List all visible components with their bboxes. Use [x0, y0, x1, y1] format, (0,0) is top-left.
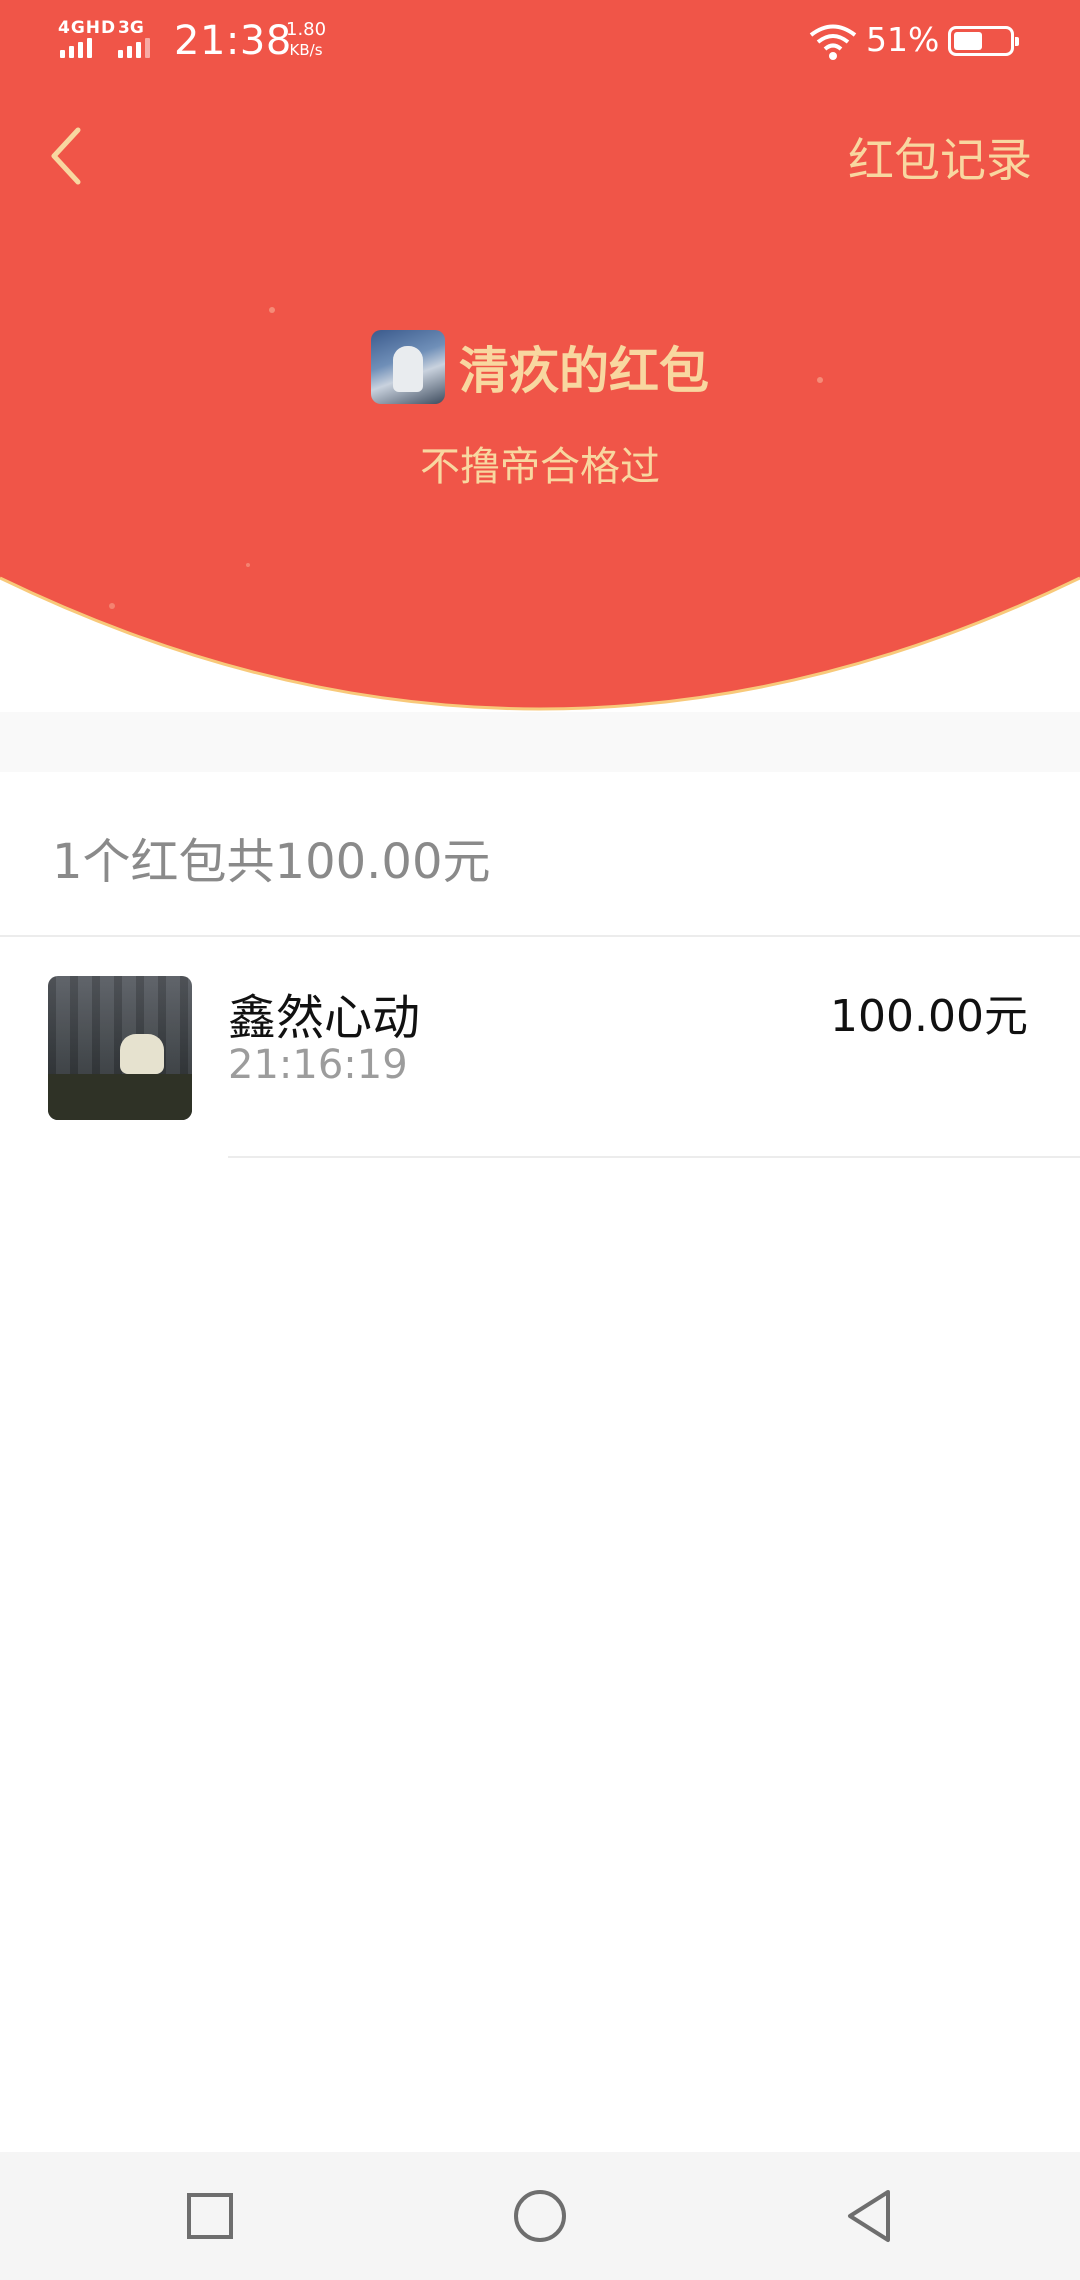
blessing-message: 不撸帝合格过 [420, 444, 660, 490]
network-type-label-2: 3G [118, 18, 144, 38]
recent-apps-button[interactable] [178, 2184, 242, 2248]
record-time: 21:16:19 [228, 1042, 408, 1088]
network-speed-value: 1.80 [286, 19, 327, 40]
back-nav-button[interactable] [838, 2184, 902, 2248]
red-packet-records-link[interactable]: 红包记录 [848, 124, 1032, 190]
sender-name: 清疚的红包 [459, 342, 709, 400]
record-amount: 100.00元 [830, 991, 1028, 1042]
status-bar: 4GHD 3G 21:38 1.80 KB/s 51% [0, 0, 1080, 84]
battery-fill [954, 32, 982, 50]
avatar [48, 976, 192, 1120]
network-type-label: 4GHD [58, 18, 117, 38]
signal-bars-icon [60, 38, 96, 58]
battery-icon [948, 26, 1019, 56]
signal-bars-icon-2 [118, 38, 154, 58]
record-row[interactable]: 鑫然心动 21:16:19 100.00元 [0, 938, 1080, 1158]
battery-percent: 51% [866, 20, 940, 59]
system-navigation-bar [0, 2152, 1080, 2280]
home-button[interactable] [508, 2184, 572, 2248]
chevron-left-icon [51, 127, 81, 185]
network-speed-unit: KB/s [289, 41, 323, 59]
packet-summary: 1个红包共100.00元 [52, 834, 491, 890]
square-icon [187, 2193, 233, 2239]
red-packet-header: 4GHD 3G 21:38 1.80 KB/s 51% 红包记录 清疚的红包 不… [0, 0, 1080, 720]
clock: 21:38 [174, 18, 292, 64]
section-separator [0, 712, 1080, 772]
triangle-back-icon [848, 2190, 890, 2242]
wifi-icon [809, 24, 857, 60]
sender-avatar [371, 330, 445, 404]
divider [228, 1156, 1080, 1158]
network-speed: 1.80 KB/s [286, 20, 326, 60]
sender-info: 清疚的红包 [0, 330, 1080, 408]
divider [0, 935, 1080, 937]
record-user-name: 鑫然心动 [228, 990, 421, 1046]
circle-icon [514, 2190, 566, 2242]
back-button[interactable] [44, 124, 92, 188]
